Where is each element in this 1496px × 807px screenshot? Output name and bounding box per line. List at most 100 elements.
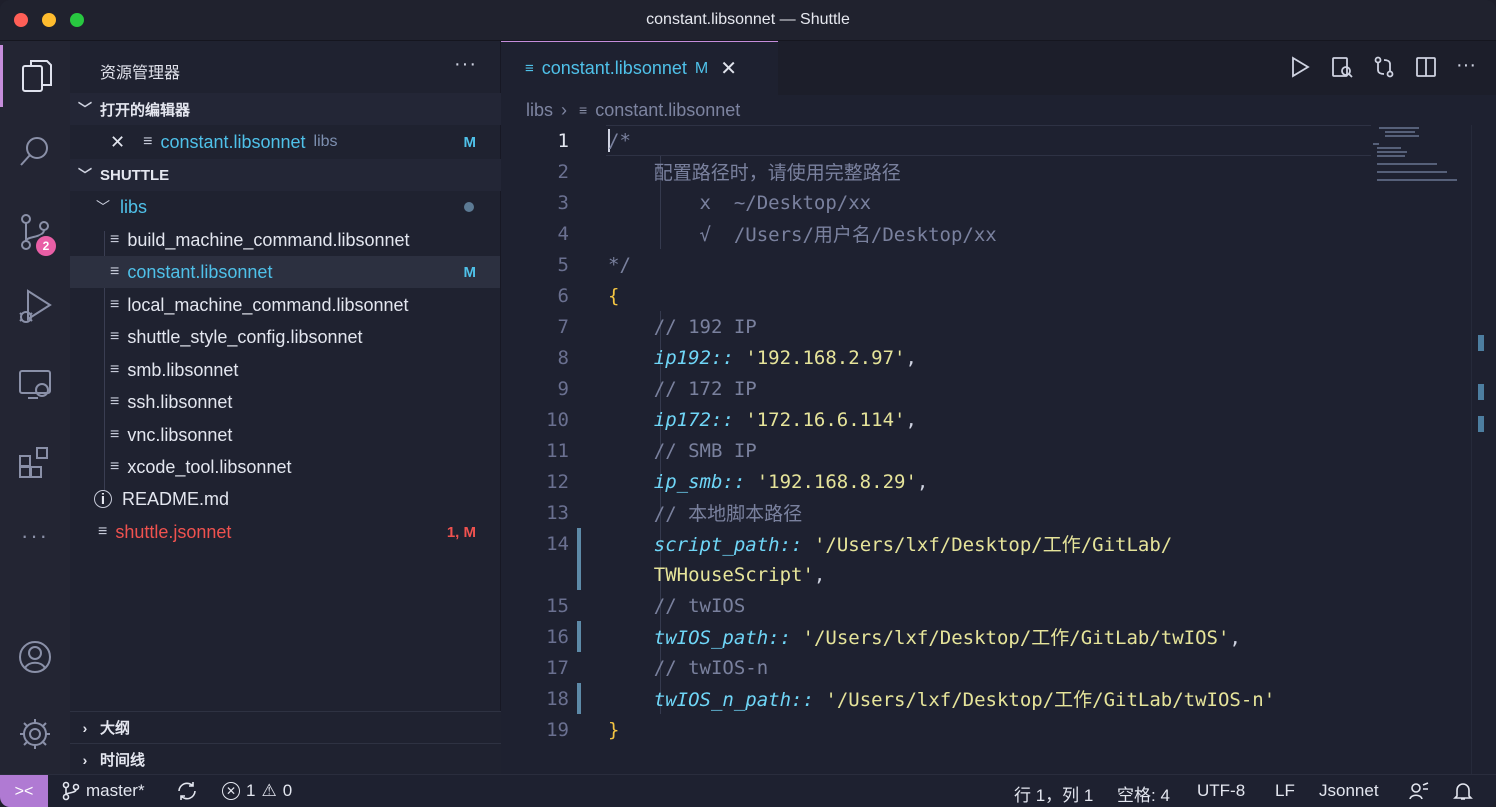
language-mode[interactable]: Jsonnet	[1319, 781, 1379, 801]
code-token: ip172::	[653, 408, 734, 431]
code-line[interactable]: 17 // twIOS-n	[501, 652, 1371, 683]
code-token: TWHouseScript'	[653, 563, 814, 586]
file-item[interactable]: ≡ build_machine_command.libsonnet	[70, 224, 500, 256]
code-text: ip172:: '172.16.6.114',	[608, 409, 917, 431]
source-control-icon[interactable]: 2	[0, 201, 70, 263]
file-lines-icon: ≡	[98, 523, 108, 540]
code-line[interactable]: 3 x ~/Desktop/xx	[501, 187, 1371, 218]
code-line[interactable]: 18 twIOS_n_path:: '/Users/lxf/Desktop/工作…	[501, 683, 1371, 714]
open-editors-section[interactable]: ﹀ 打开的编辑器	[70, 93, 501, 125]
code-line[interactable]: 1 /*	[501, 125, 1371, 156]
line-number: 14	[546, 532, 569, 555]
open-changes-icon[interactable]	[1372, 55, 1396, 79]
code-line[interactable]: 9 // 172 IP	[501, 373, 1371, 404]
code-line[interactable]: 10 ip172:: '172.16.6.114',	[501, 404, 1371, 435]
code-line[interactable]: 12 ip_smb:: '192.168.8.29',	[501, 466, 1371, 497]
outline-section[interactable]: › 大纲	[70, 711, 501, 743]
code-text: twIOS_n_path:: '/Users/lxf/Desktop/工作/Gi…	[608, 685, 1275, 712]
branch-indicator[interactable]: master*	[62, 781, 145, 801]
scm-badge: 2	[34, 234, 58, 258]
code-text: ip_smb:: '192.168.8.29',	[608, 470, 929, 493]
code-token: √ /Users/用户名/Desktop/xx	[608, 224, 997, 246]
scroll-change-mark	[1478, 416, 1484, 432]
timeline-section[interactable]: › 时间线	[70, 743, 501, 775]
code-line[interactable]: 11 // SMB IP	[501, 435, 1371, 466]
file-item[interactable]: ≡ shuttle_style_config.libsonnet	[70, 321, 500, 353]
code-line[interactable]: 8 ip192:: '192.168.2.97',	[501, 342, 1371, 373]
code-token: ,	[916, 470, 929, 493]
file-item[interactable]: ≡ ssh.libsonnet	[70, 386, 500, 418]
sync-icon[interactable]	[176, 781, 198, 801]
open-editor-item[interactable]: ✕ ≡ constant.libsonnet libs M	[70, 126, 500, 158]
code-line[interactable]: 7 // 192 IP	[501, 311, 1371, 342]
line-number: 9	[557, 377, 569, 400]
tab-close-icon[interactable]: ✕	[720, 56, 737, 81]
line-number: 17	[546, 656, 569, 679]
indentation[interactable]: 空格: 4	[1117, 781, 1170, 806]
code-line[interactable]: 15 // twIOS	[501, 590, 1371, 621]
scroll-change-mark	[1478, 335, 1484, 351]
more-icon[interactable]: ···	[0, 505, 70, 567]
run-debug-icon[interactable]	[0, 275, 70, 337]
remote-icon[interactable]: ><	[0, 775, 48, 807]
breadcrumb-file[interactable]: constant.libsonnet	[595, 100, 740, 121]
notifications-icon[interactable]	[1453, 781, 1473, 801]
project-section[interactable]: ﹀ SHUTTLE	[70, 159, 501, 191]
code-editor[interactable]: 1/* 2 配置路径时，请使用完整路径 3 x ~/Desktop/xx 4 √ /U…	[501, 125, 1371, 774]
file-name: shuttle_style_config.libsonnet	[127, 326, 363, 347]
code-token: '/Users/lxf/Desktop/工作/GitLab/	[813, 534, 1173, 556]
open-preview-icon[interactable]	[1330, 55, 1354, 79]
sidebar-more-button[interactable]: ···	[454, 53, 477, 76]
code-line[interactable]: 14 script_path:: '/Users/lxf/Desktop/工作/…	[501, 528, 1371, 590]
extensions-icon[interactable]	[0, 431, 70, 493]
feedback-icon[interactable]	[1408, 781, 1430, 801]
search-icon[interactable]	[0, 121, 70, 183]
code-line[interactable]: 16 twIOS_path:: '/Users/lxf/Desktop/工作/G…	[501, 621, 1371, 652]
code-line[interactable]: 4 √ /Users/用户名/Desktop/xx	[501, 218, 1371, 249]
code-token: twIOS_n_path::	[653, 689, 814, 711]
readme-item[interactable]: i README.md	[70, 483, 500, 515]
project-label: SHUTTLE	[100, 166, 170, 184]
root-file-item[interactable]: ≡ shuttle.jsonnet 1, M	[70, 516, 500, 548]
chevron-right-icon: ›	[82, 751, 88, 768]
file-name: local_machine_command.libsonnet	[127, 294, 409, 315]
file-item[interactable]: ≡ xcode_tool.libsonnet	[70, 451, 500, 483]
file-item[interactable]: ≡ smb.libsonnet	[70, 354, 500, 386]
editor-scrollbar[interactable]	[1471, 125, 1496, 774]
problems-indicator[interactable]: ✕ 1 ⚠ 0	[222, 781, 292, 801]
code-line[interactable]: 13 // 本地脚本路径	[501, 497, 1371, 528]
file-lines-icon: ≡	[525, 60, 534, 77]
file-item[interactable]: ≡ local_machine_command.libsonnet	[70, 289, 500, 321]
vscode-window: constant.libsonnet — Shuttle 2 ··· 资源管理器…	[0, 0, 1496, 807]
explorer-icon[interactable]	[0, 45, 70, 107]
encoding[interactable]: UTF-8	[1197, 781, 1245, 801]
line-number: 12	[546, 470, 569, 493]
file-item-selected[interactable]: ≡ constant.libsonnet M	[70, 256, 500, 288]
code-token: ,	[1229, 627, 1241, 649]
file-item[interactable]: ≡ vnc.libsonnet	[70, 419, 500, 451]
close-icon[interactable]: ✕	[110, 132, 125, 153]
file-lines-icon: ≡	[110, 361, 120, 378]
cursor-position[interactable]: 行 1，列 1	[1014, 781, 1093, 806]
code-line[interactable]: 6{	[501, 280, 1371, 311]
file-name: build_machine_command.libsonnet	[127, 229, 410, 250]
code-text: // 172 IP	[608, 378, 757, 400]
tab-constant-libsonnet[interactable]: ≡ constant.libsonnet M ✕	[501, 41, 778, 95]
split-editor-icon[interactable]	[1414, 55, 1438, 79]
code-line[interactable]: 5 */	[501, 249, 1371, 280]
code-line[interactable]: TWHouseScript',	[501, 559, 1371, 590]
code-line[interactable]: 2 配置路径时，请使用完整路径	[501, 156, 1371, 187]
minimap[interactable]	[1371, 125, 1471, 195]
more-actions-icon[interactable]: ···	[1456, 55, 1476, 79]
account-icon[interactable]	[0, 626, 70, 688]
end-of-line[interactable]: LF	[1275, 781, 1295, 801]
remote-explorer-icon[interactable]	[0, 353, 70, 415]
folder-libs[interactable]: ﹀ libs	[70, 191, 500, 223]
code-line[interactable]: 19}	[501, 714, 1371, 745]
breadcrumb-folder[interactable]: libs	[526, 100, 553, 121]
code-token: ip_smb::	[653, 470, 746, 493]
settings-icon[interactable]	[0, 703, 70, 765]
code-text: }	[608, 719, 619, 741]
run-icon[interactable]	[1288, 55, 1312, 79]
